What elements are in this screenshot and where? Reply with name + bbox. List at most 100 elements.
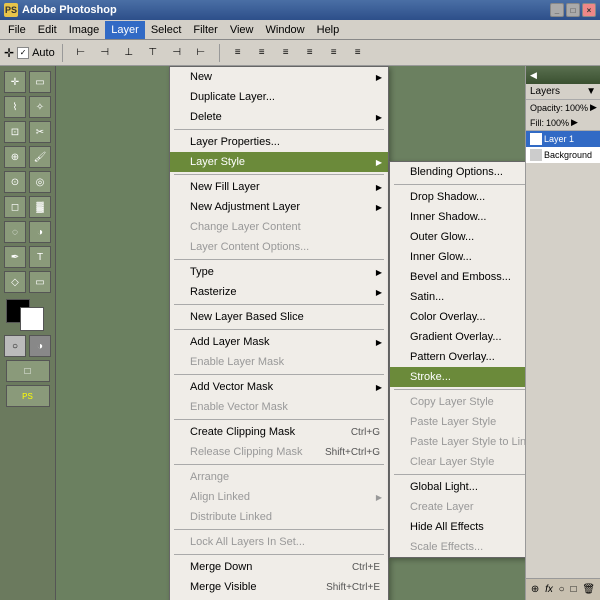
- menu-add-vector-mask[interactable]: Add Vector Mask: [170, 377, 388, 397]
- delete-icon[interactable]: 🗑: [582, 584, 595, 595]
- layer-name-1: Layer 1: [544, 134, 574, 144]
- menu-rasterize[interactable]: Rasterize: [170, 282, 388, 302]
- tool-move[interactable]: ✛: [4, 71, 26, 93]
- submenu-global-light[interactable]: Global Light...: [390, 477, 525, 497]
- fill-arrow[interactable]: ▶: [571, 117, 578, 128]
- submenu-clear-style: Clear Layer Style: [390, 452, 525, 472]
- menu-help[interactable]: Help: [311, 21, 346, 39]
- submenu-inner-glow[interactable]: Inner Glow...: [390, 247, 525, 267]
- move-tool-icon: ✛: [4, 46, 14, 60]
- menu-layer-style[interactable]: Layer Style: [170, 152, 388, 172]
- menu-type[interactable]: Type: [170, 262, 388, 282]
- auto-select-checkbox[interactable]: ✓: [17, 47, 29, 59]
- tool-text[interactable]: T: [29, 246, 51, 268]
- menu-new[interactable]: New: [170, 67, 388, 87]
- menu-add-layer-mask[interactable]: Add Layer Mask: [170, 332, 388, 352]
- app-title: Adobe Photoshop: [22, 4, 117, 16]
- menu-create-clipping[interactable]: Create Clipping Mask Ctrl+G: [170, 422, 388, 442]
- minimize-btn[interactable]: _: [550, 3, 564, 17]
- tool-history[interactable]: ◎: [29, 171, 51, 193]
- submenu-stroke[interactable]: Stroke...: [390, 367, 525, 387]
- menu-enable-vector-mask: Enable Vector Mask: [170, 397, 388, 417]
- align-btn-2[interactable]: ⊣: [94, 42, 116, 64]
- submenu-pattern-overlay[interactable]: Pattern Overlay...: [390, 347, 525, 367]
- tool-dodge[interactable]: ◑: [29, 221, 51, 243]
- menu-image[interactable]: Image: [63, 21, 106, 39]
- sep-7: [174, 419, 384, 420]
- submenu-drop-shadow[interactable]: Drop Shadow...: [390, 187, 525, 207]
- submenu-paste-linked: Paste Layer Style to Linked: [390, 432, 525, 452]
- title-bar: PS Adobe Photoshop _ □ ×: [0, 0, 600, 20]
- collapse-icon[interactable]: ◀: [530, 70, 537, 81]
- submenu-color-overlay[interactable]: Color Overlay...: [390, 307, 525, 327]
- menu-select[interactable]: Select: [145, 21, 188, 39]
- menu-delete[interactable]: Delete: [170, 107, 388, 127]
- tool-crop[interactable]: ⊡: [4, 121, 26, 143]
- submenu-blending[interactable]: Blending Options...: [390, 162, 525, 182]
- tool-slice[interactable]: ✂: [29, 121, 51, 143]
- menu-layer[interactable]: Layer: [105, 21, 145, 39]
- dist-btn-4[interactable]: ≡: [299, 42, 321, 64]
- auto-select-label: Auto: [32, 47, 55, 59]
- dist-btn-2[interactable]: ≡: [251, 42, 273, 64]
- mask-icon[interactable]: ○: [559, 584, 565, 595]
- tool-select[interactable]: ▭: [29, 71, 51, 93]
- menu-layer-properties[interactable]: Layer Properties...: [170, 132, 388, 152]
- submenu-inner-shadow[interactable]: Inner Shadow...: [390, 207, 525, 227]
- link-icon[interactable]: ⊕: [531, 584, 539, 595]
- menu-view[interactable]: View: [224, 21, 260, 39]
- tool-heal[interactable]: ⊕: [4, 146, 26, 168]
- menu-enable-layer-mask: Enable Layer Mask: [170, 352, 388, 372]
- photoshop-btn[interactable]: PS: [6, 385, 50, 407]
- quick-mask-on[interactable]: ◑: [29, 335, 51, 357]
- menu-edit[interactable]: Edit: [32, 21, 63, 39]
- menu-file[interactable]: File: [2, 21, 32, 39]
- dist-btn-3[interactable]: ≡: [275, 42, 297, 64]
- opacity-value: 100%: [565, 103, 588, 113]
- menu-duplicate[interactable]: Duplicate Layer...: [170, 87, 388, 107]
- dist-btn-1[interactable]: ≡: [227, 42, 249, 64]
- menu-merge-visible[interactable]: Merge Visible Shift+Ctrl+E: [170, 577, 388, 597]
- tool-eraser[interactable]: ◻: [4, 196, 26, 218]
- menu-window[interactable]: Window: [260, 21, 311, 39]
- menu-new-fill[interactable]: New Fill Layer: [170, 177, 388, 197]
- group-icon[interactable]: □: [571, 584, 577, 595]
- align-btn-6[interactable]: ⊢: [190, 42, 212, 64]
- screen-mode[interactable]: □: [6, 360, 50, 382]
- align-btn-5[interactable]: ⊣: [166, 42, 188, 64]
- tool-pen[interactable]: ✒: [4, 246, 26, 268]
- menu-new-slice[interactable]: New Layer Based Slice: [170, 307, 388, 327]
- tool-brush[interactable]: 🖌: [29, 146, 51, 168]
- quick-mask-off[interactable]: ○: [4, 335, 26, 357]
- left-toolbar: ✛ ▭ ⌇ ✧ ⊡ ✂ ⊕ 🖌 ⊙ ◎ ◻ ▓ ◌ ◑ ✒ T: [0, 66, 56, 600]
- submenu-satin[interactable]: Satin...: [390, 287, 525, 307]
- layer-item-1[interactable]: Layer 1: [526, 131, 600, 147]
- opacity-arrow[interactable]: ▶: [590, 102, 597, 113]
- align-btn-1[interactable]: ⊢: [70, 42, 92, 64]
- fx-icon[interactable]: fx: [545, 584, 553, 595]
- sep-2: [174, 174, 384, 175]
- align-btn-3[interactable]: ⊥: [118, 42, 140, 64]
- menu-merge-down[interactable]: Merge Down Ctrl+E: [170, 557, 388, 577]
- tool-blur[interactable]: ◌: [4, 221, 26, 243]
- align-btn-4[interactable]: ⊤: [142, 42, 164, 64]
- tool-gradient[interactable]: ▓: [29, 196, 51, 218]
- tool-path[interactable]: ◇: [4, 271, 26, 293]
- close-btn[interactable]: ×: [582, 3, 596, 17]
- menu-filter[interactable]: Filter: [187, 21, 223, 39]
- background-color[interactable]: [20, 307, 44, 331]
- tool-shape[interactable]: ▭: [29, 271, 51, 293]
- dist-btn-6[interactable]: ≡: [347, 42, 369, 64]
- tool-stamp[interactable]: ⊙: [4, 171, 26, 193]
- layers-arrow[interactable]: ▼: [586, 86, 596, 97]
- layer-item-bg[interactable]: Background: [526, 147, 600, 163]
- maximize-btn[interactable]: □: [566, 3, 580, 17]
- submenu-outer-glow[interactable]: Outer Glow...: [390, 227, 525, 247]
- submenu-hide-effects[interactable]: Hide All Effects: [390, 517, 525, 537]
- submenu-bevel-emboss[interactable]: Bevel and Emboss...: [390, 267, 525, 287]
- submenu-gradient-overlay[interactable]: Gradient Overlay...: [390, 327, 525, 347]
- menu-new-adj[interactable]: New Adjustment Layer: [170, 197, 388, 217]
- tool-lasso[interactable]: ⌇: [4, 96, 26, 118]
- dist-btn-5[interactable]: ≡: [323, 42, 345, 64]
- tool-magic[interactable]: ✧: [29, 96, 51, 118]
